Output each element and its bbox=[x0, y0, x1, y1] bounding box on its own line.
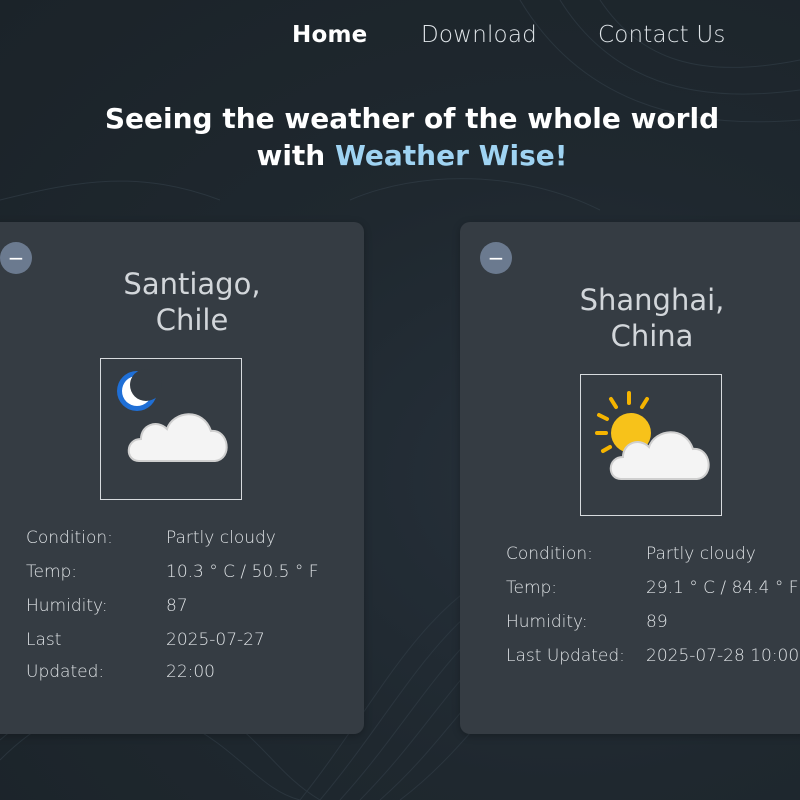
city-line-1: Santiago, bbox=[123, 267, 261, 301]
weather-icon-box bbox=[580, 374, 722, 516]
condition-value: Partly cloudy bbox=[646, 544, 756, 564]
city-line-2: Chile bbox=[155, 303, 229, 337]
humidity-label: Humidity: bbox=[26, 596, 108, 616]
moon-cloud-icon bbox=[117, 369, 228, 462]
weather-card-santiago: − Santiago, Chile Condition: Partly clou… bbox=[0, 222, 364, 734]
city-line-1: Shanghai, bbox=[579, 283, 725, 317]
temp-label: Temp: bbox=[26, 562, 78, 582]
updated-time-value: 22:00 bbox=[166, 662, 215, 682]
weather-card-shanghai: − Shanghai, China Condition: Partly clou… bbox=[460, 222, 800, 734]
temp-label: Temp: bbox=[506, 578, 558, 598]
nav-contact-link[interactable]: Contact Us bbox=[598, 22, 726, 48]
humidity-value: 89 bbox=[646, 612, 668, 632]
page-title: Seeing the weather of the whole world wi… bbox=[0, 100, 800, 174]
remove-city-button[interactable]: − bbox=[480, 242, 512, 274]
updated-label-line-2: Updated: bbox=[26, 662, 105, 682]
weather-icon-box bbox=[100, 358, 242, 500]
brand-name: Weather Wise! bbox=[334, 139, 568, 172]
hero-heading: Seeing the weather of the whole world wi… bbox=[0, 100, 800, 174]
city-name: Santiago, Chile bbox=[42, 266, 342, 338]
condition-label: Condition: bbox=[26, 528, 113, 548]
humidity-value: 87 bbox=[166, 596, 188, 616]
sun-cloud-icon bbox=[595, 391, 710, 480]
condition-label: Condition: bbox=[506, 544, 593, 564]
weather-details: Condition: Partly cloudy Temp: 10.3 ° C … bbox=[26, 528, 346, 696]
nav-home-link[interactable]: Home bbox=[292, 22, 367, 48]
top-nav: Home Download Contact Us bbox=[0, 22, 800, 56]
temp-value: 29.1 ° C / 84.4 ° F bbox=[646, 578, 799, 598]
remove-city-button[interactable]: − bbox=[0, 242, 32, 274]
hero-line-2-prefix: with bbox=[256, 139, 335, 172]
city-name: Shanghai, China bbox=[502, 282, 800, 354]
nav-download-link[interactable]: Download bbox=[421, 22, 537, 48]
updated-value: 2025-07-28 10:00 bbox=[646, 646, 800, 666]
condition-value: Partly cloudy bbox=[166, 528, 276, 548]
hero-line-1: Seeing the weather of the whole world bbox=[104, 102, 720, 135]
temp-value: 10.3 ° C / 50.5 ° F bbox=[166, 562, 319, 582]
weather-details: Condition: Partly cloudy Temp: 29.1 ° C … bbox=[506, 544, 800, 680]
city-line-2: China bbox=[610, 319, 694, 353]
updated-label: Last Updated: bbox=[506, 646, 625, 666]
updated-date-value: 2025-07-27 bbox=[166, 630, 265, 650]
humidity-label: Humidity: bbox=[506, 612, 588, 632]
updated-label-line-1: Last bbox=[26, 630, 62, 650]
